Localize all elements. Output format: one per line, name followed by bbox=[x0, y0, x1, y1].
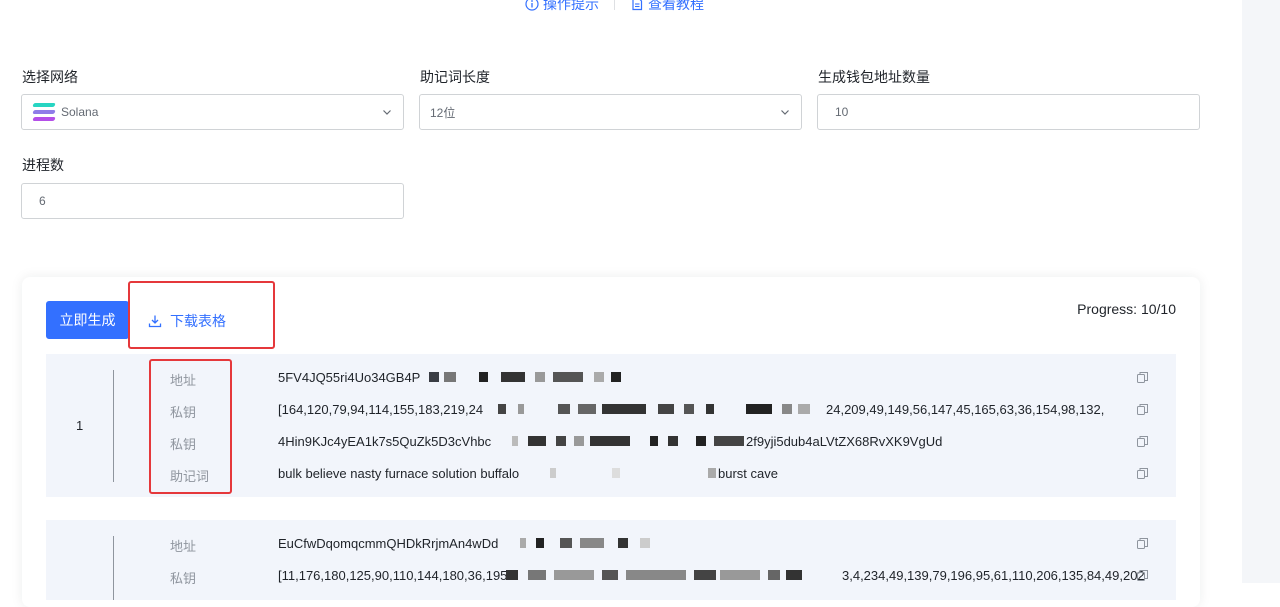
copy-icon[interactable] bbox=[1136, 435, 1149, 448]
result-card: 地址 EuCfwDqomqcmmQHDkRrjmAn4wDd 私钥 [11,17… bbox=[46, 520, 1176, 600]
wallet-count-label: 生成钱包地址数量 bbox=[818, 69, 930, 85]
mnemonic-tail: burst cave bbox=[718, 466, 778, 481]
field-label: 私钥 bbox=[170, 405, 197, 420]
chevron-down-icon bbox=[781, 110, 789, 115]
private-key-array-tail: 24,209,49,149,56,147,45,165,63,36,154,98… bbox=[826, 402, 1105, 417]
top-links: 操作提示 查看教程 bbox=[525, 0, 704, 14]
download-button-label: 下载表格 bbox=[170, 313, 226, 329]
address-row: 地址 5FV4JQ55ri4Uo34GB4P bbox=[46, 362, 1176, 394]
field-label: 地址 bbox=[170, 373, 197, 388]
address-row: 地址 EuCfwDqomqcmmQHDkRrjmAn4wDd bbox=[46, 528, 1176, 560]
field-label: 助记词 bbox=[170, 469, 210, 484]
private-key-array-row: 私钥 [11,176,180,125,90,110,144,180,36,195… bbox=[46, 560, 1176, 592]
field-label: 地址 bbox=[170, 539, 197, 554]
mnemonic-row: 助记词 bulk believe nasty furnace solution … bbox=[46, 458, 1176, 490]
network-select[interactable]: Solana bbox=[21, 94, 404, 130]
private-key-array-row: 私钥 [164,120,79,94,114,155,183,219,24 24,… bbox=[46, 394, 1176, 426]
copy-icon[interactable] bbox=[1136, 403, 1149, 416]
private-key-array-value: [164,120,79,94,114,155,183,219,24 bbox=[278, 402, 484, 417]
link-divider bbox=[614, 0, 615, 10]
tips-link[interactable]: 操作提示 bbox=[525, 0, 599, 14]
solana-icon bbox=[32, 103, 56, 121]
network-value: Solana bbox=[61, 105, 99, 119]
progress-text: Progress: 10/10 bbox=[1077, 301, 1176, 317]
info-icon bbox=[525, 0, 539, 11]
tutorial-link[interactable]: 查看教程 bbox=[630, 0, 704, 14]
private-key-tail: 2f9yji5dub4aLVtZX68RvXK9VgUd bbox=[746, 434, 943, 449]
field-label: 私钥 bbox=[170, 437, 197, 452]
private-key-array-value: [11,176,180,125,90,110,144,180,36,195 bbox=[278, 568, 508, 583]
tips-link-label: 操作提示 bbox=[543, 0, 599, 12]
generate-button[interactable]: 立即生成 bbox=[46, 301, 129, 339]
copy-icon[interactable] bbox=[1136, 569, 1149, 582]
threads-label: 进程数 bbox=[22, 157, 64, 173]
wallet-count-input[interactable]: 10 bbox=[817, 94, 1200, 130]
document-icon bbox=[632, 0, 643, 11]
wallet-count-value: 10 bbox=[835, 105, 849, 119]
mnemonic-length-label: 助记词长度 bbox=[420, 69, 490, 85]
mnemonic-value: bulk believe nasty furnace solution buff… bbox=[278, 466, 520, 481]
threads-input[interactable]: 6 bbox=[21, 183, 404, 219]
private-key-array-tail: 3,4,234,49,139,79,196,95,61,110,206,135,… bbox=[842, 568, 1145, 583]
copy-icon[interactable] bbox=[1136, 467, 1149, 480]
private-key-row: 私钥 4Hin9KJc4yEA1k7s5QuZk5D3cVhbc 2f9yji5… bbox=[46, 426, 1176, 458]
copy-icon[interactable] bbox=[1136, 537, 1149, 550]
private-key-value: 4Hin9KJc4yEA1k7s5QuZk5D3cVhbc bbox=[278, 434, 492, 449]
download-button[interactable]: 下载表格 bbox=[148, 311, 226, 331]
field-label: 私钥 bbox=[170, 571, 197, 586]
network-label: 选择网络 bbox=[22, 69, 78, 85]
copy-icon[interactable] bbox=[1136, 371, 1149, 384]
page-gutter bbox=[1242, 0, 1280, 583]
chevron-down-icon bbox=[383, 110, 391, 115]
threads-value: 6 bbox=[39, 194, 46, 208]
address-value: 5FV4JQ55ri4Uo34GB4P bbox=[278, 370, 421, 385]
mnemonic-length-select[interactable]: 12位 bbox=[419, 94, 802, 130]
address-value: EuCfwDqomqcmmQHDkRrjmAn4wDd bbox=[278, 536, 499, 551]
tutorial-link-label: 查看教程 bbox=[648, 0, 704, 12]
result-card: 1 地址 5FV4JQ55ri4Uo34GB4P 私钥 [164,120,79,… bbox=[46, 354, 1176, 497]
mnemonic-length-value: 12位 bbox=[430, 105, 456, 120]
download-icon bbox=[148, 315, 162, 328]
